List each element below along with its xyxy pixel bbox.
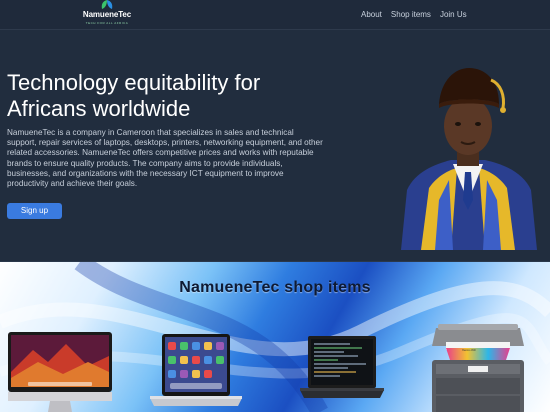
printer-icon [432, 324, 524, 412]
signup-button[interactable]: Sign up [7, 203, 62, 219]
nav-links: About Shop items Join Us [361, 8, 467, 22]
imac-desktop-icon [8, 332, 112, 412]
navbar: NamueneTec TECH FOR ALL AFRICA About Sho… [0, 0, 550, 30]
hero-section: Technology equitability for Africans wor… [0, 30, 550, 262]
product-macbook[interactable] [150, 334, 242, 408]
product-laptop-terminal[interactable] [300, 336, 384, 406]
graduate-portrait-image [391, 60, 545, 250]
brand[interactable]: NamueneTec TECH FOR ALL AFRICA [78, 0, 136, 30]
macbook-laptop-icon [150, 334, 242, 406]
nav-link-shop-items[interactable]: Shop items [391, 8, 431, 22]
nav-link-join-us[interactable]: Join Us [440, 8, 467, 22]
hero-description: NamueneTec is a company in Cameroon that… [7, 128, 323, 189]
product-printer[interactable]: Xerox c60 [428, 320, 528, 412]
nav-link-about[interactable]: About [361, 8, 382, 22]
product-imac[interactable] [8, 332, 112, 412]
product-caption-partial [292, 406, 382, 412]
brand-name: NamueneTec [82, 10, 132, 19]
laptop-terminal-icon [300, 336, 384, 398]
hero-title: Technology equitability for Africans wor… [7, 70, 261, 121]
brand-tagline: TECH FOR ALL AFRICA [85, 21, 129, 25]
brand-logo-icon [101, 0, 113, 9]
printer-label: Xerox c60 [462, 348, 476, 352]
shop-title: NamueneTec shop items [179, 279, 371, 296]
shop-section: NamueneTec shop items Xerox c60 [0, 262, 550, 412]
